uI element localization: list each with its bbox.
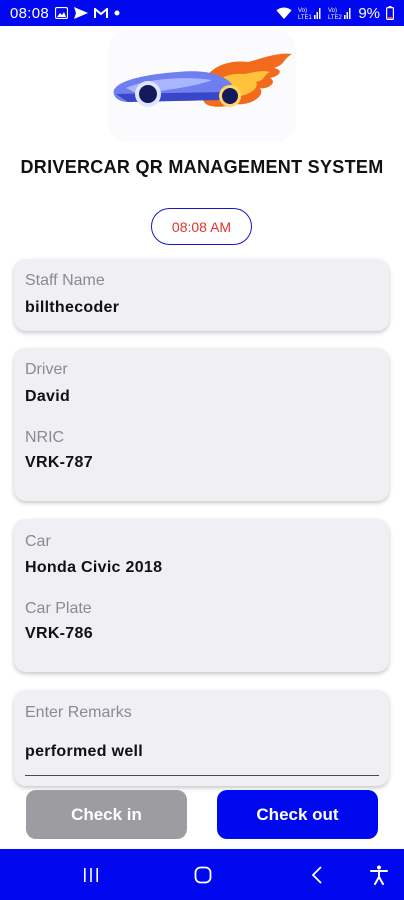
race-car-flame-logo: [113, 53, 292, 107]
page-title: DRIVERCAR QR MANAGEMENT SYSTEM: [20, 157, 384, 177]
staff-card: Staff Name billthecoder: [14, 259, 389, 331]
navigation-bar: [0, 849, 404, 900]
notification-dot-icon: [114, 10, 120, 16]
accessibility-icon[interactable]: [364, 849, 394, 900]
svg-text:Vo): Vo): [328, 8, 337, 14]
gmail-icon: [94, 7, 109, 19]
status-time: 08:08: [10, 4, 50, 22]
check-out-label: Check out: [256, 804, 339, 824]
image-icon: [55, 7, 69, 19]
back-icon[interactable]: [302, 849, 332, 900]
car-label: Car: [25, 533, 51, 550]
driver-card: Driver David NRIC VRK-787: [14, 348, 389, 501]
status-bar: 08:08 Vo) LTE1 Vo) LTE2 9%: [0, 0, 404, 26]
car-value: Honda Civic 2018: [25, 559, 163, 576]
signal-icon: Vo) LTE2: [328, 6, 352, 20]
status-bar-right: Vo) LTE1 Vo) LTE2 9%: [276, 5, 394, 22]
svg-text:LTE1: LTE1: [298, 15, 313, 20]
car-plate-value: VRK-786: [25, 625, 93, 642]
car-card: Car Honda Civic 2018 Car Plate VRK-786: [14, 519, 389, 672]
staff-name-value: billthecoder: [25, 299, 120, 316]
remarks-input[interactable]: performed well: [25, 743, 143, 761]
remarks-label: Enter Remarks: [25, 704, 132, 721]
nric-label: NRIC: [25, 429, 65, 446]
remarks-field[interactable]: Enter Remarks performed well: [14, 690, 389, 786]
battery-icon: [386, 6, 394, 20]
time-chip: 08:08 AM: [151, 208, 252, 245]
current-time: 08:08 AM: [171, 218, 232, 235]
status-bar-left: 08:08: [10, 5, 120, 22]
driver-label: Driver: [25, 361, 68, 378]
driver-value: David: [25, 388, 71, 405]
signal-icon: Vo) LTE1: [298, 6, 322, 20]
check-out-button[interactable]: Check out: [217, 790, 378, 839]
send-icon: [74, 7, 89, 19]
svg-text:LTE2: LTE2: [328, 15, 343, 20]
svg-text:Vo): Vo): [298, 8, 307, 14]
recent-apps-icon[interactable]: [76, 849, 106, 900]
home-icon[interactable]: [188, 849, 218, 900]
remarks-underline: [25, 775, 379, 776]
wifi-icon: [276, 7, 292, 20]
battery-percent: 9%: [358, 4, 380, 22]
app-logo: [108, 30, 296, 142]
check-in-label: Check in: [71, 804, 142, 824]
staff-name-label: Staff Name: [25, 272, 105, 289]
check-in-button[interactable]: Check in: [26, 790, 187, 839]
nric-value: VRK-787: [25, 454, 93, 471]
car-plate-label: Car Plate: [25, 600, 92, 617]
